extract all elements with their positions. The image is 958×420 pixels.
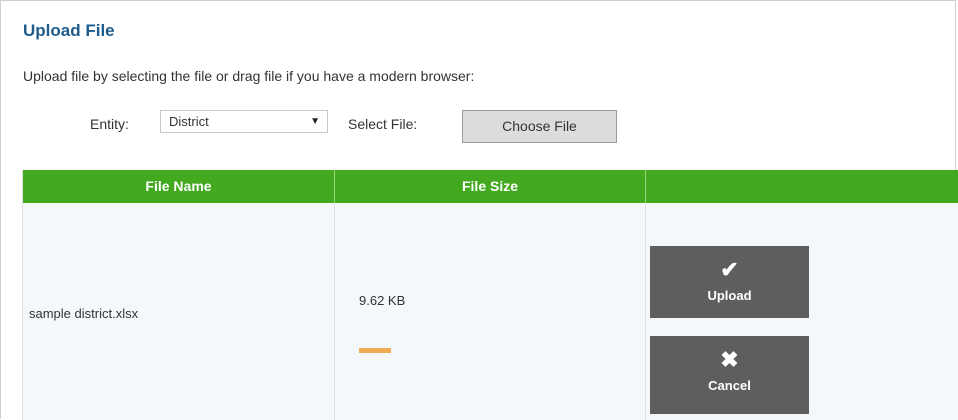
column-header-file-name: File Name [145,178,212,194]
entity-select[interactable]: District ▼ [160,110,328,133]
file-size-cell: 9.62 KB [359,293,406,308]
upload-progress-fill [359,348,391,353]
upload-button[interactable]: ✔ Upload [650,246,809,318]
upload-panel: Upload File Upload file by selecting the… [0,0,958,420]
cancel-button[interactable]: ✖ Cancel [650,336,809,414]
entity-label: Entity: [90,116,129,132]
entity-selected-value: District [169,114,209,129]
table-header: File Name File Size [23,170,958,203]
chevron-down-icon: ▼ [310,116,320,127]
cancel-button-label: Cancel [708,378,751,393]
upload-progress-bar [359,348,391,353]
check-icon: ✔ [720,257,739,282]
file-table: File Name File Size sample district.xlsx… [22,170,958,420]
close-icon: ✖ [720,347,739,372]
select-file-label: Select File: [348,116,418,132]
column-header-actions [645,170,958,203]
column-header-file-size: File Size [334,170,645,203]
table-row: sample district.xlsx 9.62 KB ✔ Upload ✖ … [23,203,958,420]
upload-button-label: Upload [707,288,752,303]
column-divider [645,203,646,420]
choose-file-button[interactable]: Choose File [462,110,617,143]
upload-instructions: Upload file by selecting the file or dra… [23,68,475,84]
file-name-cell: sample district.xlsx [29,306,139,321]
column-divider [334,203,335,420]
page-title: Upload File [23,21,115,40]
